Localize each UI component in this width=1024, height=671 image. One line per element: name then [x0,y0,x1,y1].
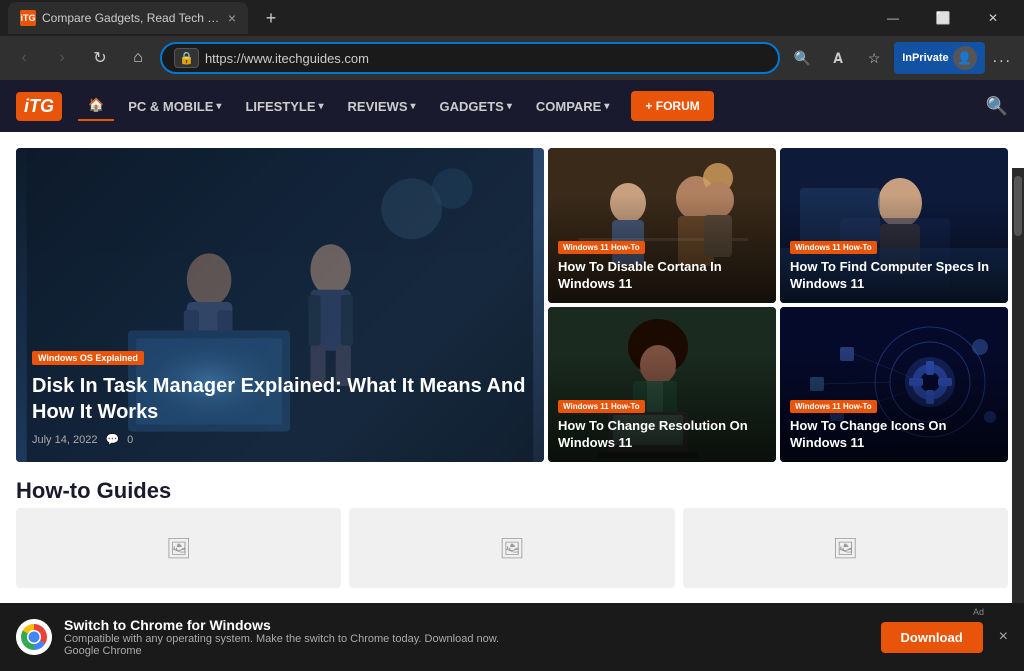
card-3-content: Windows 11 How-To How To Change Resoluti… [558,396,766,452]
card-2-content: Windows 11 How-To How To Find Computer S… [790,237,998,293]
comment-icon: 💬 [105,433,119,446]
hero-date: July 14, 2022 [32,434,97,446]
title-bar: iTG Compare Gadgets, Read Tech G... × + … [0,0,1024,36]
howto-grid: 🖼 🖼 🖼 [16,508,1008,588]
card-1-badge: Windows 11 How-To [558,241,645,254]
chrome-icon [16,619,52,655]
inprivate-button[interactable]: InPrivate 👤 [894,42,984,74]
howto-section-title: How-to Guides [16,478,1008,504]
card-2-badge: Windows 11 How-To [790,241,877,254]
nav-links: 🏠 PC & MOBILE ▾ LIFESTYLE ▾ REVIEWS ▾ GA… [78,91,976,121]
scrollbar[interactable] [1012,168,1024,671]
card-3-title: How To Change Resolution On Windows 11 [558,418,766,452]
card-2-image: Windows 11 How-To How To Find Computer S… [780,148,1008,303]
ad-close-button[interactable]: × [999,628,1008,646]
card-change-resolution[interactable]: Windows 11 How-To How To Change Resoluti… [548,307,776,462]
card-2-title: How To Find Computer Specs In Windows 11 [790,259,998,293]
nav-compare[interactable]: COMPARE ▾ [526,93,620,120]
maximize-button[interactable]: ⬜ [920,3,966,33]
howto-section: How-to Guides 🖼 🖼 🖼 [16,478,1008,588]
site-search-icon[interactable]: 🔍 [986,96,1008,117]
close-button[interactable]: ✕ [970,3,1016,33]
hero-main-article[interactable]: Windows OS Explained Disk In Task Manage… [16,148,544,462]
card-1-content: Windows 11 How-To How To Disable Cortana… [558,237,766,293]
howto-card-3[interactable]: 🖼 [683,508,1008,588]
hero-title: Disk In Task Manager Explained: What It … [32,373,528,425]
scroll-thumb[interactable] [1014,176,1022,236]
card-computer-specs[interactable]: Windows 11 How-To How To Find Computer S… [780,148,1008,303]
card-3-image: Windows 11 How-To How To Change Resoluti… [548,307,776,462]
nav-pc-mobile[interactable]: PC & MOBILE ▾ [118,93,231,120]
card-1-title: How To Disable Cortana In Windows 11 [558,259,766,293]
card-1-image: Windows 11 How-To How To Disable Cortana… [548,148,776,303]
howto-card-2[interactable]: 🖼 [349,508,674,588]
card-3-badge: Windows 11 How-To [558,400,645,413]
hero-badge: Windows OS Explained [32,351,144,365]
forward-button[interactable]: › [46,42,78,74]
site-logo[interactable]: iTG [16,92,62,121]
back-button[interactable]: ‹ [8,42,40,74]
hero-comments: 0 [127,434,133,446]
nav-reviews[interactable]: REVIEWS ▾ [338,93,426,120]
lock-icon: 🔒 [174,48,199,68]
minimize-button[interactable]: — [870,3,916,33]
chrome-logo [16,619,52,655]
ad-banner: Ad Switch to Chrome for Windows Com [0,603,1024,671]
card-4-badge: Windows 11 How-To [790,400,877,413]
howto-placeholder-2: 🖼 [499,536,524,561]
nav-gadgets[interactable]: GADGETS ▾ [430,93,522,120]
active-tab[interactable]: iTG Compare Gadgets, Read Tech G... × [8,2,248,34]
card-4-content: Windows 11 How-To How To Change Icons On… [790,396,998,452]
card-4-title: How To Change Icons On Windows 11 [790,418,998,452]
ad-description: Compatible with any operating system. Ma… [64,633,869,657]
nav-right-buttons: 🔍 𝐀 ☆ InPrivate 👤 ... [786,42,1016,74]
howto-card-1[interactable]: 🖼 [16,508,341,588]
howto-placeholder-3: 🖼 [833,536,858,561]
ad-label: Ad [973,607,984,617]
search-browser-button[interactable]: 🔍 [786,42,818,74]
hero-text-content: Windows OS Explained Disk In Task Manage… [32,348,528,446]
profile-avatar: 👤 [953,46,977,70]
forum-button[interactable]: + FORUM [631,91,713,121]
browser-window: iTG Compare Gadgets, Read Tech G... × + … [0,0,1024,671]
tab-close-button[interactable]: × [228,10,236,26]
address-bar[interactable]: 🔒 https://www.itechguides.com [160,42,780,74]
card-4-image: Windows 11 How-To How To Change Icons On… [780,307,1008,462]
window-controls: — ⬜ ✕ [870,3,1016,33]
howto-placeholder-1: 🖼 [166,536,191,561]
content-area: Windows OS Explained Disk In Task Manage… [0,132,1024,671]
nav-bar: ‹ › ↻ ⌂ 🔒 https://www.itechguides.com 🔍 … [0,36,1024,80]
site-nav: iTG 🏠 PC & MOBILE ▾ LIFESTYLE ▾ REVIEWS … [0,80,1024,132]
ad-title: Switch to Chrome for Windows [64,617,869,633]
website-content: iTG 🏠 PC & MOBILE ▾ LIFESTYLE ▾ REVIEWS … [0,80,1024,671]
address-text: https://www.itechguides.com [205,51,766,66]
card-disable-cortana[interactable]: Windows 11 How-To How To Disable Cortana… [548,148,776,303]
refresh-button[interactable]: ↻ [84,42,116,74]
tab-favicon: iTG [20,10,36,26]
read-aloud-button[interactable]: 𝐀 [822,42,854,74]
home-button[interactable]: ⌂ [122,42,154,74]
ad-text-content: Switch to Chrome for Windows Compatible … [64,617,869,657]
logo-text: iTG [24,96,54,117]
hero-main-image: Windows OS Explained Disk In Task Manage… [16,148,544,462]
card-change-icons[interactable]: Windows 11 How-To How To Change Icons On… [780,307,1008,462]
nav-home[interactable]: 🏠 [78,91,114,121]
ad-download-button[interactable]: Download [881,622,983,653]
tab-title: Compare Gadgets, Read Tech G... [42,11,222,25]
nav-lifestyle[interactable]: LIFESTYLE ▾ [235,93,333,120]
hero-grid: Windows OS Explained Disk In Task Manage… [16,148,1008,462]
more-button[interactable]: ... [989,49,1016,67]
new-tab-button[interactable]: + [256,3,286,33]
favorites-button[interactable]: ☆ [858,42,890,74]
hero-meta: July 14, 2022 💬 0 [32,433,528,446]
